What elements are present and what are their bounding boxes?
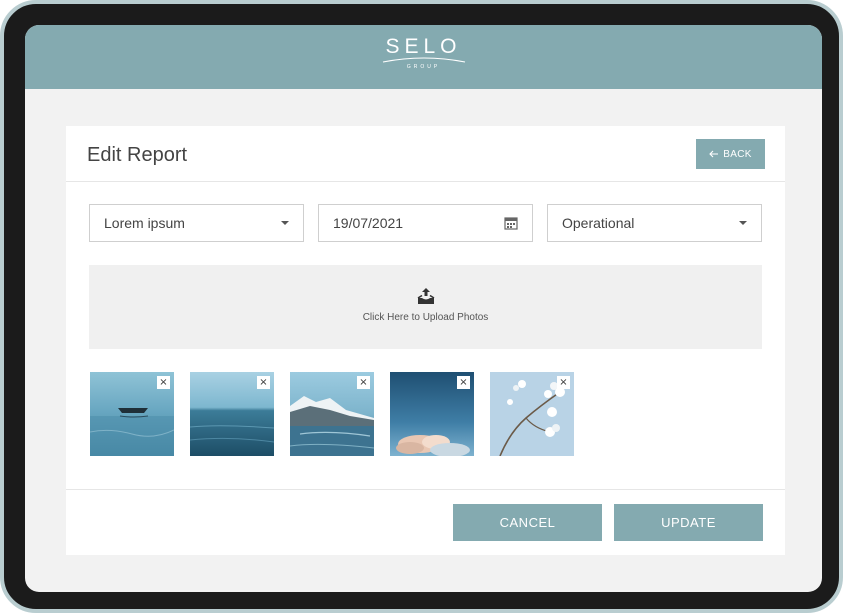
chevron-down-icon (281, 221, 289, 225)
brand-sub: GROUP (406, 64, 441, 70)
upload-label: Click Here to Upload Photos (362, 312, 489, 323)
category-value: Lorem ipsum (104, 215, 185, 231)
category-select[interactable]: Lorem ipsum (89, 204, 304, 242)
photo-thumbnail-4[interactable]: × (390, 372, 474, 456)
brand-name: SELO (385, 35, 462, 58)
status-value: Operational (562, 215, 635, 231)
upload-photos-area[interactable]: Click Here to Upload Photos (89, 265, 762, 349)
brand-logo: SELO GROUP (25, 36, 822, 70)
remove-photo-3-button[interactable]: × (357, 376, 370, 389)
card-footer: CANCEL UPDATE (66, 489, 785, 555)
back-button[interactable]: BACK (696, 139, 765, 169)
upload-icon (417, 288, 435, 304)
top-bar: SELO GROUP (25, 25, 822, 89)
remove-photo-1-button[interactable]: × (157, 376, 170, 389)
photo-thumbnail-2[interactable]: × (190, 372, 274, 456)
photo-thumbnail-3[interactable]: × (290, 372, 374, 456)
photo-thumbnail-1[interactable]: × (90, 372, 174, 456)
update-button[interactable]: UPDATE (614, 504, 763, 541)
cancel-button[interactable]: CANCEL (453, 504, 602, 541)
photo-thumbnail-5[interactable]: × (490, 372, 574, 456)
date-field[interactable]: 19/07/2021 (318, 204, 533, 242)
back-button-label: BACK (723, 148, 752, 160)
status-select[interactable]: Operational (547, 204, 762, 242)
chevron-down-icon (739, 221, 747, 225)
page-title: Edit Report (87, 144, 188, 166)
tablet-frame: SELO GROUP Edit Report BACK Lorem ipsum (0, 0, 843, 613)
arrow-left-icon (709, 150, 719, 158)
edit-report-card: Edit Report BACK Lorem ipsum 19/07/2021 (66, 126, 785, 555)
remove-photo-2-button[interactable]: × (257, 376, 270, 389)
calendar-icon[interactable] (504, 216, 518, 230)
card-header: Edit Report BACK (66, 126, 785, 182)
date-value: 19/07/2021 (333, 215, 404, 231)
app-screen: SELO GROUP Edit Report BACK Lorem ipsum (25, 25, 822, 592)
remove-photo-4-button[interactable]: × (457, 376, 470, 389)
remove-photo-5-button[interactable]: × (557, 376, 570, 389)
